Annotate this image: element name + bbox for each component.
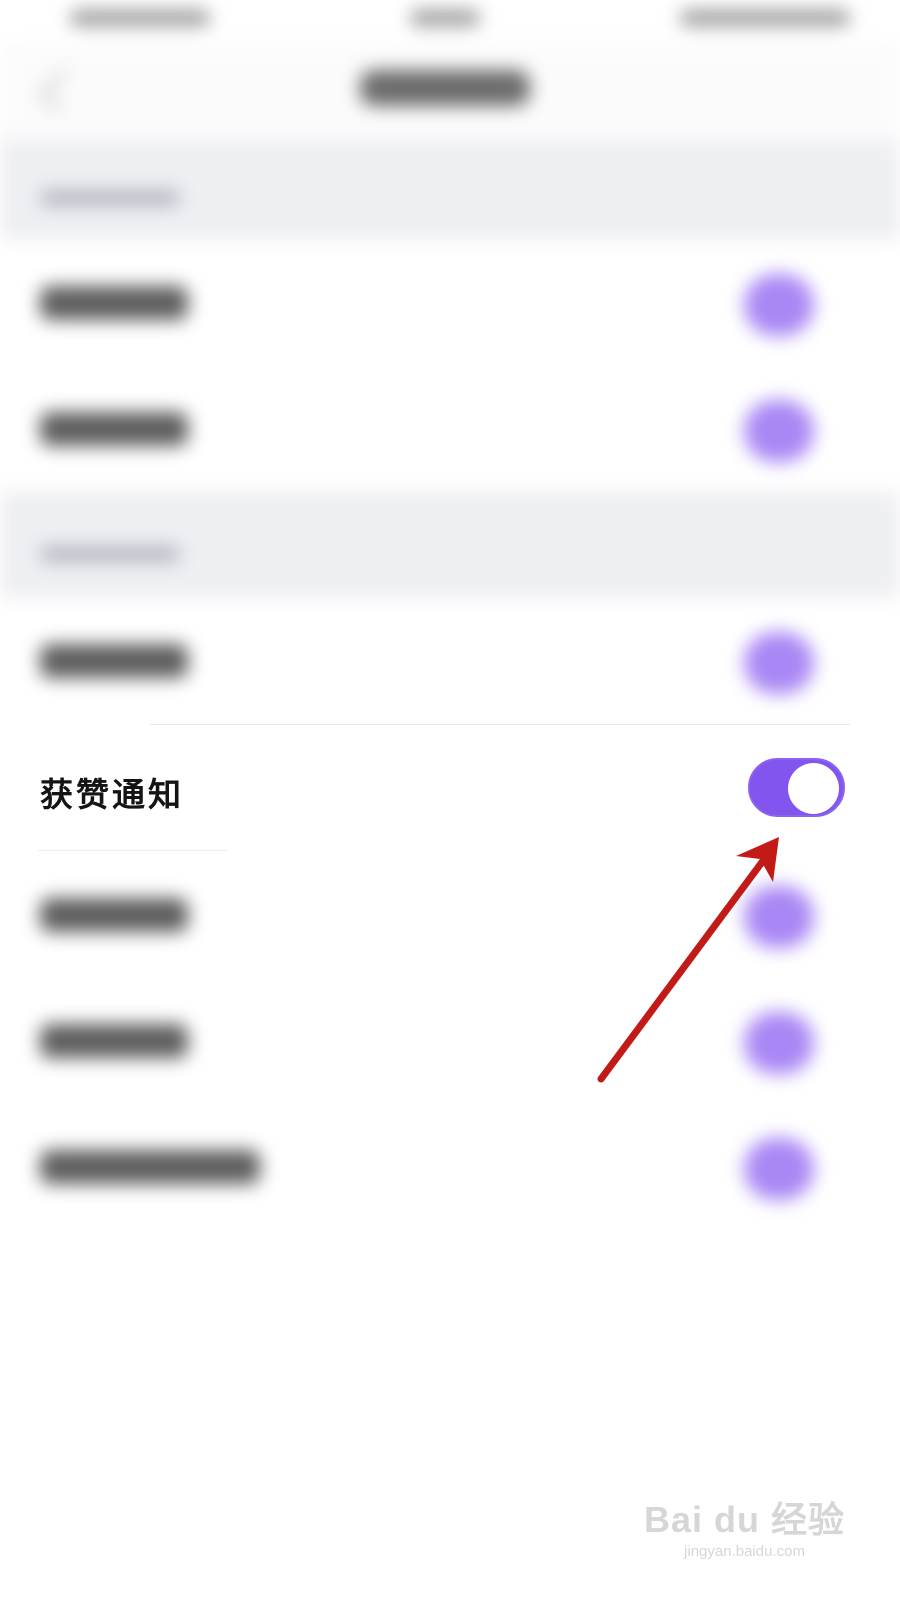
toggle-knob [788, 763, 839, 814]
watermark-brand: Bai du 经验 [643, 1499, 845, 1540]
like-notification-toggle[interactable] [748, 758, 845, 817]
toggle-switch[interactable] [744, 400, 814, 462]
watermark-url: jingyan.baidu.com [684, 1543, 805, 1560]
settings-row[interactable] [0, 240, 900, 366]
settings-row[interactable] [0, 1104, 900, 1230]
settings-row[interactable] [0, 598, 900, 724]
toggle-switch[interactable] [744, 1138, 814, 1200]
watermark-logo: Bai du 经验 jingyan.baidu.com [644, 1491, 845, 1560]
settings-row[interactable] [0, 978, 900, 1104]
back-icon[interactable] [39, 69, 83, 113]
like-notification-label: 获赞通知 [40, 775, 184, 814]
toggle-switch[interactable] [744, 886, 814, 948]
toggle-switch[interactable] [744, 1012, 814, 1074]
toggle-switch[interactable] [744, 274, 814, 336]
nav-bar [0, 44, 900, 139]
page-title [360, 70, 530, 106]
section-header [0, 140, 900, 240]
divider [38, 850, 228, 851]
toggle-switch[interactable] [744, 632, 814, 694]
status-bar [0, 0, 900, 44]
settings-row[interactable] [0, 366, 900, 492]
settings-row[interactable] [0, 852, 900, 978]
divider [150, 724, 850, 725]
section-header [0, 492, 900, 598]
like-notification-row[interactable]: 获赞通知 [0, 724, 900, 851]
